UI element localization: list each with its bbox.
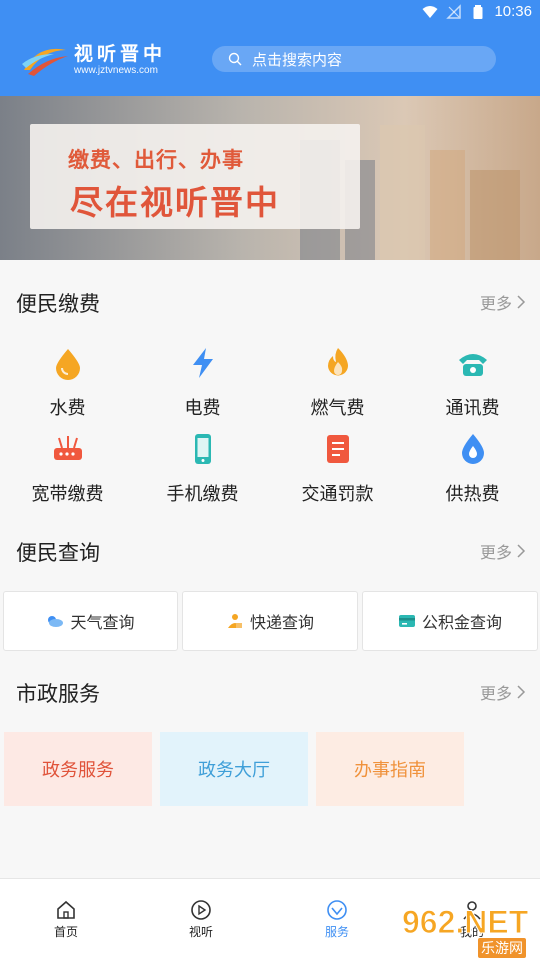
payment-label: 通讯费 [445, 398, 500, 419]
payment-item-broadband[interactable]: 宽带缴费 [0, 432, 135, 506]
search-placeholder: 点击搜索内容 [252, 50, 343, 69]
mobile-phone-icon [194, 434, 211, 464]
card-icon [398, 615, 415, 627]
logo-swoosh-icon [22, 48, 68, 76]
brand-logo[interactable]: 视听晋中 www.jztvnews.com [20, 40, 166, 80]
nav-label: 视听 [188, 925, 213, 939]
watermark-site-name: 乐游网 [478, 938, 526, 958]
more-link-municipal[interactable]: 更多 [480, 680, 526, 704]
query-housing-fund-button[interactable]: 公积金查询 [362, 591, 538, 651]
status-bar: 10:36 [0, 0, 540, 26]
telephone-icon [458, 354, 487, 376]
more-label: 更多 [479, 294, 512, 313]
tile-label: 政务大厅 [198, 760, 270, 781]
tile-service-guide[interactable]: 办事指南 [316, 732, 464, 806]
query-courier-button[interactable]: 快递查询 [182, 591, 358, 651]
tile-label: 政务服务 [42, 760, 114, 781]
status-time: 10:36 [494, 3, 532, 20]
tile-government-hall[interactable]: 政务大厅 [160, 732, 308, 806]
search-bar[interactable]: 点击搜索内容 [212, 46, 496, 72]
section-title-queries: 便民查询 [16, 541, 100, 565]
banner-building [380, 125, 425, 260]
more-link-queries[interactable]: 更多 [480, 539, 526, 563]
banner-building [430, 150, 465, 260]
promo-banner[interactable]: 缴费、出行、办事 尽在视听晋中 [0, 96, 540, 260]
water-drop-icon [55, 349, 80, 380]
signal-icon [446, 3, 462, 19]
nav-label: 首页 [53, 925, 78, 939]
query-weather-button[interactable]: 天气查询 [3, 591, 178, 651]
payment-label: 交通罚款 [301, 484, 374, 505]
payment-label: 电费 [184, 398, 221, 419]
search-icon [228, 52, 242, 66]
payment-label: 手机缴费 [166, 484, 239, 505]
section-title-payments: 便民缴费 [16, 292, 100, 316]
payment-item-electricity[interactable]: 电费 [135, 346, 270, 420]
ticket-icon [326, 435, 349, 463]
watermark-logo-text: 962.NET [401, 904, 529, 941]
heat-drop-icon [461, 434, 484, 464]
weather-icon [48, 616, 64, 627]
flame-icon [327, 348, 348, 376]
payment-label: 供热费 [445, 484, 500, 505]
courier-icon [227, 614, 242, 628]
payment-item-telecom[interactable]: 通讯费 [405, 346, 540, 420]
tile-label: 办事指南 [354, 760, 426, 781]
brand-name: 视听晋中 [74, 43, 167, 65]
app-header: 10:36 视听晋中 www.jztvnews.com 点击搜索内容 [0, 0, 540, 96]
play-icon [191, 900, 211, 920]
query-label: 快递查询 [249, 613, 314, 632]
chevron-right-icon [517, 295, 526, 309]
home-icon [57, 900, 75, 919]
payment-label: 宽带缴费 [31, 484, 104, 505]
payment-item-mobile[interactable]: 手机缴费 [135, 432, 270, 506]
query-label: 天气查询 [70, 613, 135, 632]
payment-item-traffic-fine[interactable]: 交通罚款 [270, 432, 405, 506]
payment-label: 水费 [49, 398, 86, 419]
banner-building [470, 170, 520, 260]
chevron-right-icon [517, 685, 526, 699]
payment-item-water[interactable]: 水费 [0, 346, 135, 420]
nav-label: 服务 [324, 925, 349, 939]
nav-service[interactable]: 服务 [307, 899, 367, 940]
nav-video[interactable]: 视听 [171, 899, 231, 940]
nav-home[interactable]: 首页 [36, 899, 96, 940]
wifi-icon [422, 5, 438, 18]
more-label: 更多 [479, 543, 512, 562]
battery-icon [473, 4, 483, 19]
router-icon [53, 436, 82, 460]
banner-line1: 缴费、出行、办事 [68, 148, 244, 172]
payment-item-heating[interactable]: 供热费 [405, 432, 540, 506]
brand-url: www.jztvnews.com [74, 65, 158, 76]
payment-label: 燃气费 [310, 398, 365, 419]
more-link-payments[interactable]: 更多 [480, 290, 526, 314]
site-watermark: 962.NET 乐游网 [401, 904, 536, 958]
tile-government-service[interactable]: 政务服务 [4, 732, 152, 806]
chevron-right-icon [517, 544, 526, 558]
lightning-icon [192, 348, 213, 378]
banner-line2: 尽在视听晋中 [70, 183, 280, 222]
more-label: 更多 [479, 684, 512, 703]
payment-item-gas[interactable]: 燃气费 [270, 346, 405, 420]
section-title-municipal: 市政服务 [16, 682, 100, 706]
query-label: 公积金查询 [421, 613, 502, 632]
service-icon [327, 900, 347, 920]
